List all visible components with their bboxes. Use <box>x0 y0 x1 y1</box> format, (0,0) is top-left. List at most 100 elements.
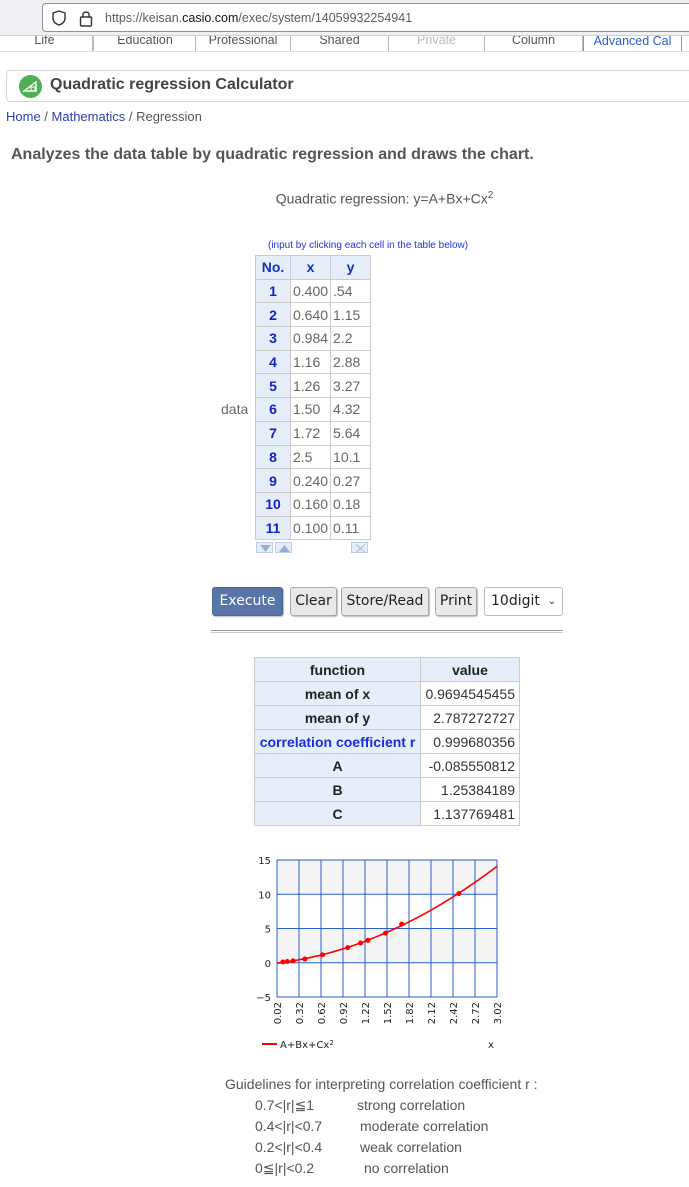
breadcrumb-mathematics[interactable]: Mathematics <box>52 109 126 124</box>
x-tick-label: 1.22 <box>361 1002 372 1024</box>
column-header-function: function <box>254 657 421 682</box>
x-cell[interactable]: 1.50 <box>289 397 332 422</box>
table-row: 3 0.984 2.2 <box>255 326 372 351</box>
x-tick-label: 2.72 <box>471 1002 482 1024</box>
tab-private[interactable]: Private <box>388 36 485 51</box>
result-value: 1.137769481 <box>420 801 520 826</box>
data-point <box>383 930 389 936</box>
guideline-range: 0.7<|r|≦1 <box>255 1097 315 1113</box>
breadcrumb: Home / Mathematics / Regression <box>6 109 202 124</box>
x-cell[interactable]: 1.26 <box>289 373 332 399</box>
digits-select-value: 10digit <box>491 593 540 609</box>
row-number: 10 <box>255 491 291 517</box>
x-cell[interactable]: 0.100 <box>289 515 332 541</box>
tab-professional[interactable]: Professional <box>195 36 291 51</box>
data-point <box>290 958 296 964</box>
regression-chart: 0.02 0.32 0.62 0.92 1.22 1.52 1.82 2.12 2.42 2.72… <box>256 856 504 1051</box>
guideline-meaning: no correlation <box>364 1160 449 1176</box>
x-tick-label: 1.82 <box>405 1002 416 1024</box>
data-input-table: No. x y 1 0.400.54 2 0.640 1.15 3 0.984 2.2 4 1.1… <box>255 255 372 541</box>
y-cell[interactable]: 3.27 <box>330 373 372 399</box>
tab-education[interactable]: Education <box>93 36 197 51</box>
y-cell[interactable]: 0.11 <box>330 515 372 541</box>
x-cell[interactable]: 1.72 <box>289 420 332 446</box>
table-row: 7 1.72 5.64 <box>255 420 372 446</box>
triangle-up-icon <box>279 545 290 552</box>
result-function: mean of x <box>254 681 421 706</box>
result-row: B 1.25384189 <box>254 777 520 802</box>
result-row: correlation coefficient r 0.999680356 <box>254 729 520 754</box>
row-number: 2 <box>255 302 291 328</box>
x-cell[interactable]: 0.160 <box>289 491 332 517</box>
breadcrumb-separator: / <box>40 109 52 124</box>
page-description: Analyzes the data table by quadratic reg… <box>11 146 534 163</box>
x-tick-label: 2.42 <box>449 1002 460 1024</box>
data-point <box>284 959 290 965</box>
x-cell[interactable]: 1.16 <box>289 349 332 375</box>
browser-toolbar: https://keisan.casio.com/exec/system/140… <box>0 0 689 36</box>
category-tabs: Life Education Professional Shared Priva… <box>0 36 689 52</box>
y-cell[interactable]: 0.27 <box>330 468 372 493</box>
row-number: 8 <box>255 444 291 470</box>
digits-select[interactable]: 10digit ⌄ <box>484 587 563 616</box>
x-tick-label: 3.02 <box>493 1002 504 1024</box>
x-tick-label: 0.62 <box>317 1002 328 1024</box>
add-row-down-button[interactable] <box>256 542 273 553</box>
execute-button[interactable]: Execute <box>212 587 283 616</box>
result-function: mean of y <box>254 705 421 730</box>
y-cell[interactable]: 2.2 <box>330 326 372 351</box>
y-tick-label: 10 <box>258 890 271 901</box>
y-cell[interactable]: 1.15 <box>330 302 372 328</box>
row-number: 5 <box>255 373 291 399</box>
data-point <box>280 959 286 965</box>
x-cell[interactable]: 0.640 <box>289 302 332 328</box>
x-cell[interactable]: 2.5 <box>289 444 332 470</box>
table-row: 11 0.100 0.11 <box>255 515 372 541</box>
breadcrumb-home[interactable]: Home <box>6 109 41 124</box>
tab-life[interactable]: Life <box>0 36 93 51</box>
result-value: 2.787272727 <box>420 705 520 730</box>
tab-advanced-calc[interactable]: Advanced Cal <box>583 36 682 51</box>
guidelines-title: Guidelines for interpreting correlation … <box>225 1076 538 1092</box>
row-controls <box>256 542 368 554</box>
row-number: 11 <box>255 515 291 541</box>
y-tick-label: −5 <box>256 993 271 1004</box>
table-row: 2 0.640 1.15 <box>255 302 372 328</box>
y-cell[interactable]: 10.1 <box>330 444 372 470</box>
table-row: 9 0.240 0.27 <box>255 468 372 493</box>
x-cell[interactable]: 0.240 <box>289 468 332 493</box>
clear-table-button[interactable] <box>351 542 368 553</box>
guideline-range: 0.2<|r|<0.4 <box>255 1139 323 1155</box>
clear-button[interactable]: Clear <box>290 587 337 616</box>
result-function: A <box>254 753 421 778</box>
x-tick-label: 0.92 <box>339 1002 350 1024</box>
row-number: 9 <box>255 468 291 493</box>
guideline-range: 0≦|r|<0.2 <box>255 1160 315 1176</box>
tab-shared[interactable]: Shared <box>290 36 389 51</box>
result-function[interactable]: correlation coefficient r <box>254 729 421 754</box>
x-axis-label: x <box>488 1040 494 1051</box>
y-cell[interactable]: 0.18 <box>330 491 372 517</box>
y-cell[interactable]: .54 <box>330 278 372 304</box>
remove-row-up-button[interactable] <box>275 542 292 553</box>
y-cell[interactable]: 5.64 <box>330 420 372 446</box>
store-read-button[interactable]: Store/Read <box>341 587 429 616</box>
row-number: 1 <box>255 278 291 304</box>
data-point <box>456 891 462 897</box>
x-cell[interactable]: 0.400 <box>289 278 332 304</box>
data-point <box>358 940 364 946</box>
column-header-value: value <box>420 657 520 682</box>
x-cell[interactable]: 0.984 <box>289 326 332 351</box>
lock-icon <box>79 11 93 27</box>
breadcrumb-current: Regression <box>136 109 202 124</box>
guideline-row: 0.7<|r|≦1 strong correlation <box>225 1095 538 1116</box>
data-point <box>365 937 371 943</box>
x-tick-label: 1.52 <box>383 1002 394 1024</box>
y-cell[interactable]: 2.88 <box>330 349 372 375</box>
print-button[interactable]: Print <box>435 587 477 616</box>
y-tick-label: 15 <box>258 856 271 867</box>
tab-column[interactable]: Column <box>484 36 583 51</box>
y-cell[interactable]: 4.32 <box>330 397 372 422</box>
data-point <box>302 956 308 962</box>
url-bar[interactable]: https://keisan.casio.com/exec/system/140… <box>42 3 689 32</box>
